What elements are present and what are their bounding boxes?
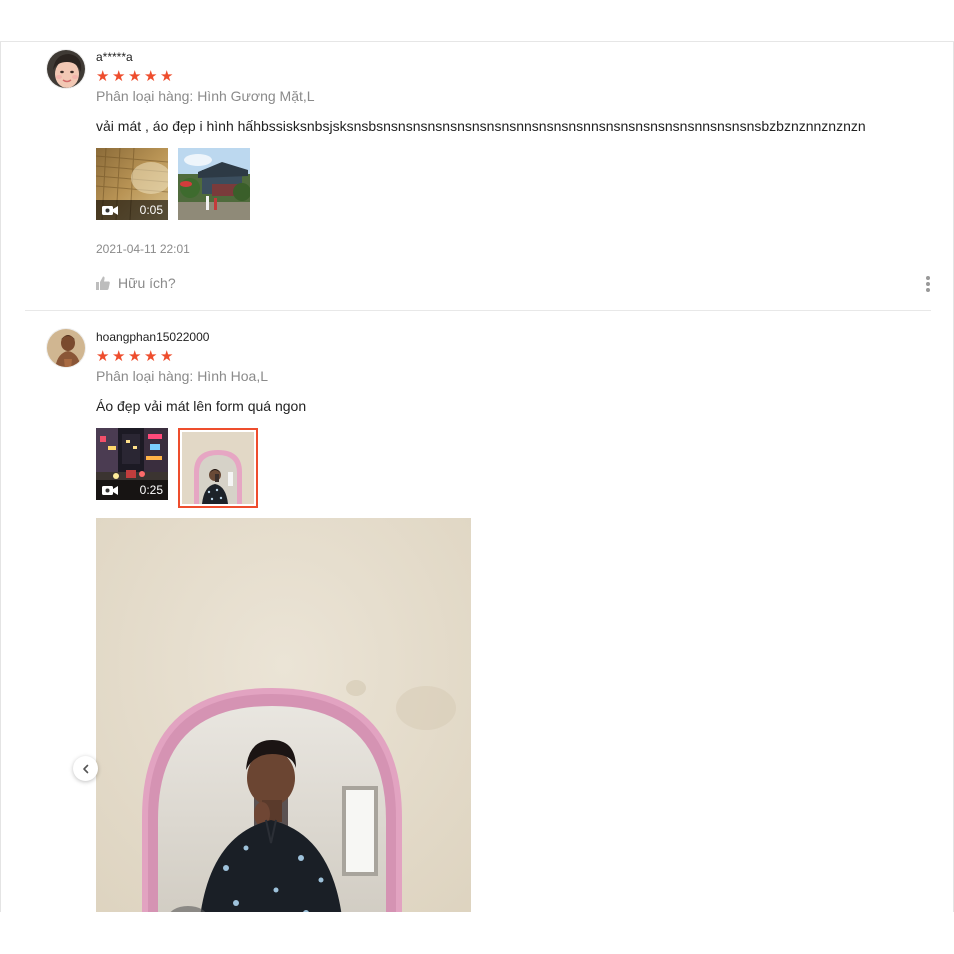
review-media-list: 0:25 [96, 428, 258, 508]
review-media-list: 0:05 [96, 148, 250, 220]
review-item: hoangphan15022000 ★ ★ ★ ★ ★ Phân loại hà… [25, 312, 931, 912]
more-options-button[interactable] [925, 276, 931, 292]
video-duration: 0:05 [139, 203, 163, 217]
video-duration-bar: 0:25 [96, 480, 168, 500]
review-variation: Phân loại hàng: Hình Hoa,L [96, 368, 269, 384]
more-vertical-icon [926, 276, 930, 280]
rating-stars: ★ ★ ★ ★ ★ [96, 69, 175, 84]
helpful-button[interactable]: Hữu ích? [96, 275, 176, 291]
expanded-review-image[interactable] [96, 518, 471, 912]
video-duration-bar: 0:05 [96, 200, 168, 220]
image-thumbnail[interactable] [178, 148, 250, 220]
review-content: Áo đẹp vải mát lên form quá ngon [96, 398, 307, 414]
review-date: 2021-04-11 22:01 [96, 242, 190, 256]
star-icon: ★ [96, 68, 110, 85]
top-bar [0, 0, 954, 42]
video-thumbnail[interactable]: 0:25 [96, 428, 168, 500]
review-content: vải mát , áo đẹp i hình hấhbssisksnbsjsk… [96, 118, 866, 134]
star-icon: ★ [128, 68, 142, 85]
review-author[interactable]: hoangphan15022000 [96, 330, 209, 344]
video-duration: 0:25 [139, 483, 163, 497]
image-thumbnail-selected[interactable] [178, 428, 258, 508]
star-icon: ★ [96, 348, 110, 365]
review-variation: Phân loại hàng: Hình Gương Mặt,L [96, 88, 315, 104]
video-thumbnail[interactable]: 0:05 [96, 148, 168, 220]
previous-image-button[interactable] [73, 756, 98, 781]
star-icon: ★ [160, 68, 174, 85]
avatar[interactable] [46, 328, 86, 368]
review-item: a*****a ★ ★ ★ ★ ★ Phân loại hàng: Hình G… [25, 42, 931, 311]
video-camera-icon [102, 485, 118, 495]
video-camera-icon [102, 205, 118, 215]
star-icon: ★ [112, 68, 126, 85]
avatar[interactable] [46, 49, 86, 89]
page-bottom [0, 912, 954, 954]
star-icon: ★ [112, 348, 126, 365]
chevron-left-icon [82, 764, 88, 773]
review-author[interactable]: a*****a [96, 50, 133, 64]
star-icon: ★ [160, 348, 174, 365]
rating-stars: ★ ★ ★ ★ ★ [96, 349, 175, 364]
helpful-label: Hữu ích? [118, 275, 176, 291]
star-icon: ★ [128, 348, 142, 365]
thumbs-up-icon [96, 276, 110, 290]
star-icon: ★ [144, 68, 158, 85]
star-icon: ★ [144, 348, 158, 365]
